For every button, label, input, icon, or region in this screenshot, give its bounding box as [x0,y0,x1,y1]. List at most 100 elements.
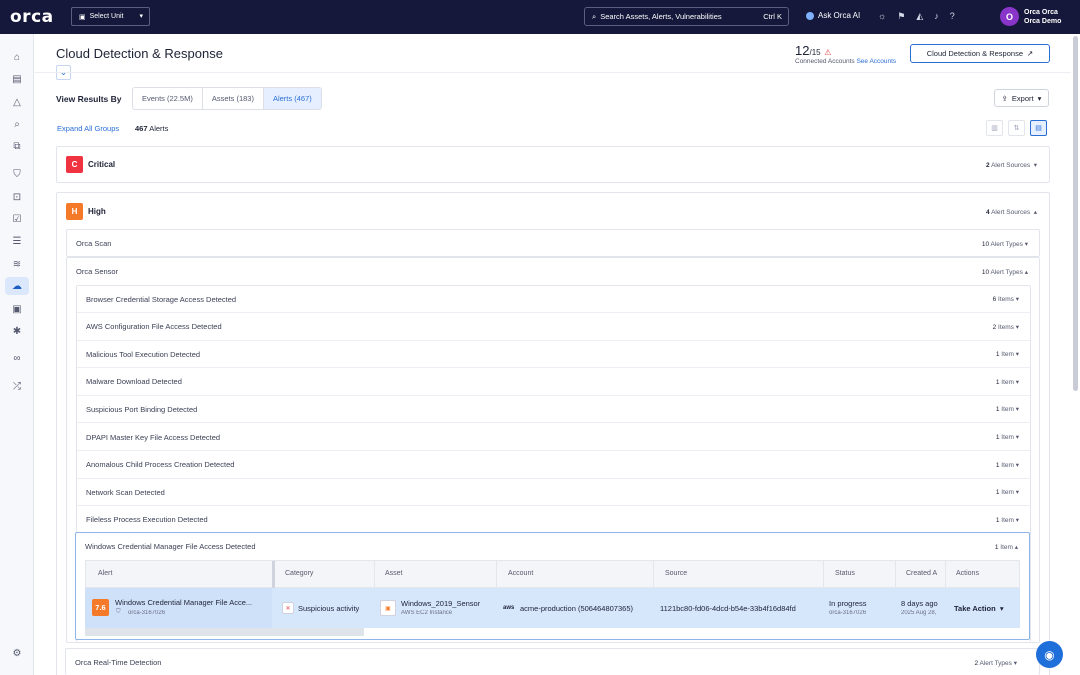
alerts-icon[interactable]: △ [5,93,29,111]
alert-type-row[interactable]: Browser Credential Storage Access Detect… [77,286,1030,313]
col-asset[interactable]: Asset [385,570,403,577]
col-account[interactable]: Account [508,570,533,577]
alert-type-meta: 1 Item ▾ [995,351,1019,359]
notification-bell-icon[interactable]: ♪ [934,11,939,22]
alert-type-row[interactable]: Windows Credential Manager File Access D… [76,533,1029,560]
status-id: orca-3167026 [829,610,867,616]
suspicious-activity-icon: ✕ [282,602,294,614]
table-row[interactable]: 7.6 Windows Credential Manager File Acce… [85,588,1020,628]
high-meta[interactable]: 4 Alert Sources ▴ [986,208,1037,216]
announcement-icon[interactable]: ◭ [916,11,923,22]
view-tabs: Events (22.5M) Assets (183) Alerts (467) [132,87,322,110]
compliance-icon[interactable]: ☑ [5,210,29,228]
security-lock-icon[interactable]: ⊡ [5,188,29,206]
critical-meta: 2 Alert Sources ▾ [986,161,1037,169]
alert-name[interactable]: Windows Credential Manager File Acce... [115,598,267,607]
severity-group-critical[interactable]: C Critical 2 Alert Sources ▾ [56,146,1050,183]
col-status[interactable]: Status [835,570,855,577]
critical-source-count: 2 [986,162,990,169]
alert-type-label: Fileless Process Execution Detected [86,515,208,525]
item-count: 1 [995,461,1000,469]
cloud-detection-icon[interactable]: ☁ [5,277,29,295]
high-badge: H [66,203,83,220]
export-button[interactable]: ⇪ Export ▾ [994,89,1049,107]
select-unit-dropdown[interactable]: ▣ Select Unit ▾ [71,7,150,26]
tab-assets[interactable]: Assets (183) [203,88,264,109]
alert-type-meta: 1 Item ▾ [995,434,1019,441]
col-source[interactable]: Source [665,570,687,577]
view-results-label: View Results By [56,94,122,104]
lock-icon[interactable]: ⌂ [5,48,29,66]
item-count: 1 [995,351,1000,359]
column-divider[interactable] [272,561,275,589]
expand-all-groups-link[interactable]: Expand All Groups [57,124,119,133]
col-created[interactable]: Created A [906,570,937,577]
help-icon[interactable]: ? [950,11,955,22]
global-search[interactable]: ⌕ Search Assets, Alerts, Vulnerabilities… [584,7,789,26]
alert-type-row[interactable]: Malicious Tool Execution Detected 1 Item … [77,341,1030,369]
alert-type-meta: 1 Item ▾ [995,516,1019,524]
chevron-down-icon: ▾ [1037,93,1042,103]
horizontal-scrollbar[interactable] [85,628,364,636]
alert-cell[interactable]: 7.6 Windows Credential Manager File Acce… [85,588,272,628]
critical-badge: C [66,156,83,173]
select-unit-label: Select Unit [89,13,124,20]
database-icon[interactable]: ≋ [5,255,29,273]
source-meta: 2 Alert Types ▾ [974,659,1017,667]
theme-sun-icon[interactable]: ☼ [878,11,886,22]
alert-type-count: 2 [974,659,979,667]
tab-events[interactable]: Events (22.5M) [133,88,203,109]
source-orca-scan[interactable]: Orca Scan 10 Alert Types ▾ [66,229,1040,257]
column-divider [374,561,375,589]
alert-type-row[interactable]: AWS Configuration File Access Detected 2 … [77,314,1030,341]
search-icon[interactable]: ⌕ [5,115,29,133]
automation-icon[interactable]: ⤮ [5,377,29,395]
item-count: 1 [995,378,1000,386]
source-orca-real-time[interactable]: Orca Real-Time Detection 2 Alert Types ▾ [65,648,1040,675]
alert-type-row[interactable]: Network Scan Detected 1 Item ▾ [77,479,1030,507]
page-scrollbar[interactable] [1073,36,1078,391]
infinity-icon[interactable]: ∞ [5,349,29,367]
alert-type-row[interactable]: Malware Download Detected 1 Item ▾ [77,369,1030,396]
inventory-icon[interactable]: ▣ [5,300,29,318]
graph-icon[interactable]: ⧉ [5,137,29,155]
alert-type-row[interactable]: Suspicious Port Binding Detected 1 Item ▾ [77,396,1030,424]
asset-name[interactable]: Windows_2019_Sensor [401,599,480,608]
dashboard-icon[interactable]: ▤ [5,70,29,88]
ask-orca-ai-button[interactable]: Ask Orca AI [806,11,860,20]
item-label: Item [1001,351,1014,359]
alert-type-label: DPAPI Master Key File Access Detected [86,432,221,442]
warning-icon: ⚠ [824,48,832,57]
col-alert[interactable]: Alert [98,570,112,577]
report-icon[interactable]: ☰ [5,232,29,250]
shield-icon[interactable]: ⛉ [5,165,29,183]
alert-type-row[interactable]: Anomalous Child Process Creation Detecte… [77,452,1030,479]
sort-icon[interactable]: ⇅ [1008,120,1025,136]
tab-alerts[interactable]: Alerts (467) [263,88,321,109]
avatar[interactable]: O [1000,7,1019,26]
take-action-button[interactable]: Take Action ▾ [954,604,1004,613]
alert-type-row[interactable]: DPAPI Master Key File Access Detected 1 I… [77,424,1030,451]
top-bar: orca ▣ Select Unit ▾ ⌕ Search Assets, Al… [0,0,1080,34]
group-view-icon[interactable]: ▤ [1030,120,1047,136]
user-info[interactable]: Orca Orca Orca Demo [1024,8,1061,26]
item-count: 1 [995,406,1000,414]
alert-type-row[interactable]: Fileless Process Execution Detected 1 Ite… [77,507,1030,534]
critical-source-label: Alert Sources [991,162,1031,169]
column-divider [945,561,946,589]
columns-icon[interactable]: ▥ [986,120,1003,136]
flag-icon[interactable]: ⚑ [897,11,905,22]
source-header[interactable]: Orca Sensor 10 Alert Types ▴ [67,258,1039,285]
support-chat-button[interactable]: ◉ [1036,641,1063,668]
orca-logo[interactable]: orca [10,7,54,27]
see-accounts-link[interactable]: See Accounts [856,58,896,65]
high-label[interactable]: High [88,207,106,216]
col-category[interactable]: Category [285,570,313,577]
divider [35,72,1071,73]
integrations-icon[interactable]: ✱ [5,322,29,340]
item-label: Item [1001,434,1014,441]
account-value[interactable]: acme-production (506464807365) [520,604,633,613]
settings-gear-icon[interactable]: ⚙ [5,644,29,662]
item-count: 6 [992,296,997,303]
cdr-external-button[interactable]: Cloud Detection & Response ↗ [910,44,1050,63]
